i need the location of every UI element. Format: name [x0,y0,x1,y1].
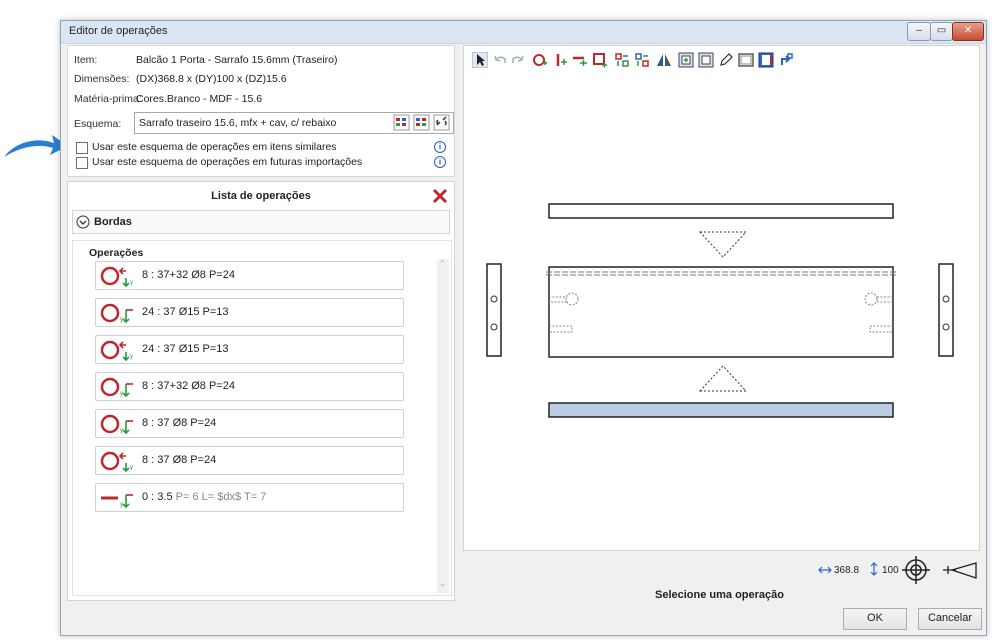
width-arrow-icon [818,566,832,574]
svg-text:y: y [120,391,123,397]
main-panel-view[interactable] [548,266,894,358]
operation-item[interactable]: y 8 : 37+32 Ø8 P=24 [95,261,404,290]
unlink-icon[interactable] [433,114,450,131]
similar-items-checkbox[interactable] [76,142,88,154]
operation-item[interactable]: y 24 : 37 Ø15 P=13 [95,335,404,364]
schema-select[interactable]: Sarrafo traseiro 15.6, mfx + cav, c/ reb… [134,112,454,134]
groove-t-text: T= 7 [241,491,267,503]
operation-text: 24 : 37 Ø15 P=13 [142,343,229,355]
svg-text:y: y [120,317,123,323]
operation-item[interactable]: y 8 : 37 Ø8 P=24 [95,409,404,438]
schema-value: Sarrafo traseiro 15.6, mfx + cav, c/ reb… [139,117,337,129]
operation-item[interactable]: y 0 : 3.5 P= 6 L= $dx$ T= 7 [95,483,404,512]
material-value: Cores.Branco - MDF - 15.6 [136,93,263,105]
bordas-label: Bordas [94,216,132,228]
chevron-down-icon[interactable] [76,215,90,229]
drill-hole[interactable] [565,292,579,306]
title-bar: Editor de operações ‒ ▭ ✕ [61,21,986,44]
minimize-icon[interactable]: ‒ [907,22,931,41]
schema-copy-icon[interactable] [413,114,430,131]
bottom-direction-marker[interactable] [698,365,748,392]
scrollbar[interactable]: ⌃ ⌄ [437,259,449,593]
bottom-edge-view[interactable] [548,402,894,418]
operation-text: 8 : 37+32 Ø8 P=24 [142,269,235,281]
svg-text:y: y [130,354,133,360]
operation-item[interactable]: y 8 : 37 Ø8 P=24 [95,446,404,475]
operations-list-title: Lista de operações [211,190,311,202]
scroll-down-icon[interactable]: ⌄ [439,579,446,588]
future-imports-checkbox[interactable] [76,157,88,169]
operations-editor-window: Editor de operações ‒ ▭ ✕ Item: Balcão 1… [60,20,987,636]
drill-circle-icon: y [100,377,133,398]
groove-p-text: P= 6 [172,491,199,503]
top-direction-marker[interactable] [698,231,748,258]
top-edge-view[interactable] [548,203,894,219]
material-label: Matéria-prima: [74,93,142,105]
operation-text: 8 : 37+32 Ø8 P=24 [142,380,235,392]
schema-edit-icon[interactable] [393,114,410,131]
bordas-section[interactable]: Bordas [72,210,450,234]
close-icon[interactable] [432,188,448,204]
right-edge-view[interactable] [938,263,954,357]
operation-text: 8 : 37 Ø8 P=24 [142,417,217,429]
drill-circle-icon: y [100,303,133,324]
groove-line-icon: y [101,494,133,509]
groove-main-text: 0 : 3.5 [142,491,173,503]
panel-drawing [486,203,954,418]
similar-items-label: Usar este esquema de operações em itens … [92,141,337,153]
drill-circle-icon: y [100,340,133,361]
window-title: Editor de operações [69,25,168,37]
cancel-button[interactable]: Cancelar [918,608,982,630]
operation-text: 24 : 37 Ø15 P=13 [142,306,229,318]
drill-circle-icon: y [100,414,133,435]
operation-text: 0 : 3.5 P= 6 L= $dx$ T= 7 [142,491,266,503]
item-label: Item: [74,54,98,66]
target-origin-icon[interactable] [901,555,931,585]
dimensions-label: Dimensões: [74,73,130,85]
ok-button[interactable]: OK [843,608,907,630]
svg-text:y: y [120,428,123,434]
left-edge-view[interactable] [486,263,502,357]
groove-l-text: L= $dx$ [198,491,242,503]
drill-circle-icon: y [100,451,133,472]
info-icon[interactable]: i [434,141,446,153]
info-icon[interactable]: i [434,156,446,168]
close-icon[interactable]: ✕ [952,22,984,41]
dx-value: 368.8 [834,565,860,576]
item-value: Balcão 1 Porta - Sarrafo 15.6mm (Traseir… [136,54,338,66]
pointer-arrow-icon [4,135,68,157]
scroll-up-icon[interactable]: ⌃ [439,259,446,268]
drawing-panel [463,45,980,551]
operation-item[interactable]: y 8 : 37+32 Ø8 P=24 [95,372,404,401]
operations-group: Operações ⌃ ⌄ y 8 : 37+32 Ø8 P=24 y 24:… [72,240,452,596]
svg-text:y: y [120,502,123,508]
future-imports-label: Usar este esquema de operações em futura… [92,156,363,168]
svg-text:y: y [130,280,133,286]
operation-text: 8 : 37 Ø8 P=24 [142,454,217,466]
maximize-icon[interactable]: ▭ [930,22,953,41]
dimensions-value: (DX)368.8 x (DY)100 x (DZ)15.6 [136,73,287,85]
schema-label: Esquema: [74,118,122,130]
dy-value: 100 [882,565,899,576]
drill-hole[interactable] [864,292,878,306]
operation-item[interactable]: y 24 : 37 Ø15 P=13 [95,298,404,327]
height-arrow-icon [870,562,878,576]
projection-view-icon[interactable] [942,559,978,581]
select-operation-prompt: Selecione uma operação [655,589,784,601]
svg-text:y: y [130,465,133,471]
operations-group-label: Operações [89,247,144,259]
item-info-panel: Item: Balcão 1 Porta - Sarrafo 15.6mm (T… [67,45,455,177]
drill-circle-icon: y [100,266,133,287]
operations-list-panel: Lista de operações Bordas Operações ⌃ ⌄ … [67,181,455,601]
